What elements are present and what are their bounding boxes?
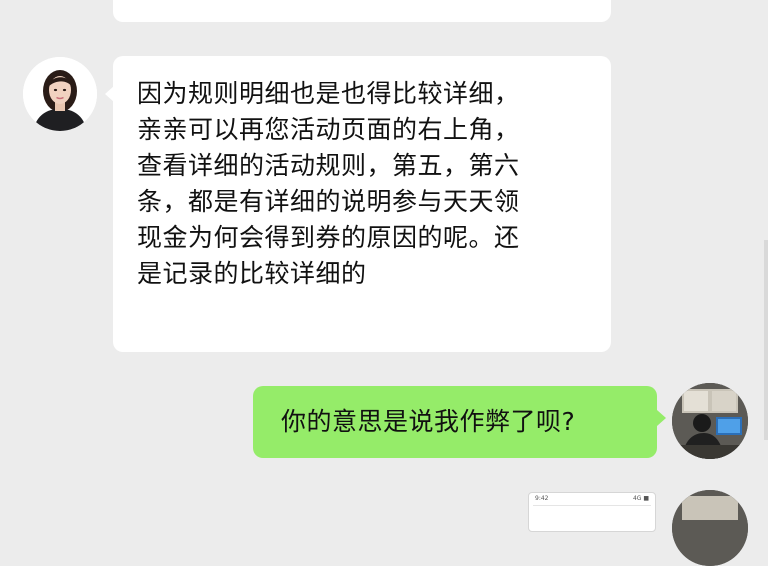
agent-portrait-icon [23,57,97,131]
user-photo-icon [672,383,748,459]
user-photo-icon [672,490,748,566]
user-avatar[interactable] [672,383,748,459]
message-bubble-outgoing[interactable]: 你的意思是说我作弊了呗? [253,386,666,458]
thumbnail-status-bar: 9:42 4G ■ [535,495,649,502]
message-bubble-incoming[interactable]: 因为规则明细也是也得比较详细， 亲亲可以再您活动页面的右上角， 查看详细的活动规… [105,56,611,352]
thumbnail-divider [533,505,651,506]
message-text: 你的意思是说我作弊了呗? [281,407,576,436]
image-message-thumbnail[interactable]: 9:42 4G ■ [528,492,656,532]
user-avatar[interactable] [672,490,748,566]
thumbnail-time: 9:42 [535,495,549,502]
scroll-edge [764,240,768,440]
message-text: 因为规则明细也是也得比较详细， 亲亲可以再您活动页面的右上角， 查看详细的活动规… [137,79,520,288]
thumbnail-signal: 4G ■ [632,495,649,502]
agent-avatar[interactable] [23,57,97,131]
message-bubble-partial[interactable] [113,0,611,22]
